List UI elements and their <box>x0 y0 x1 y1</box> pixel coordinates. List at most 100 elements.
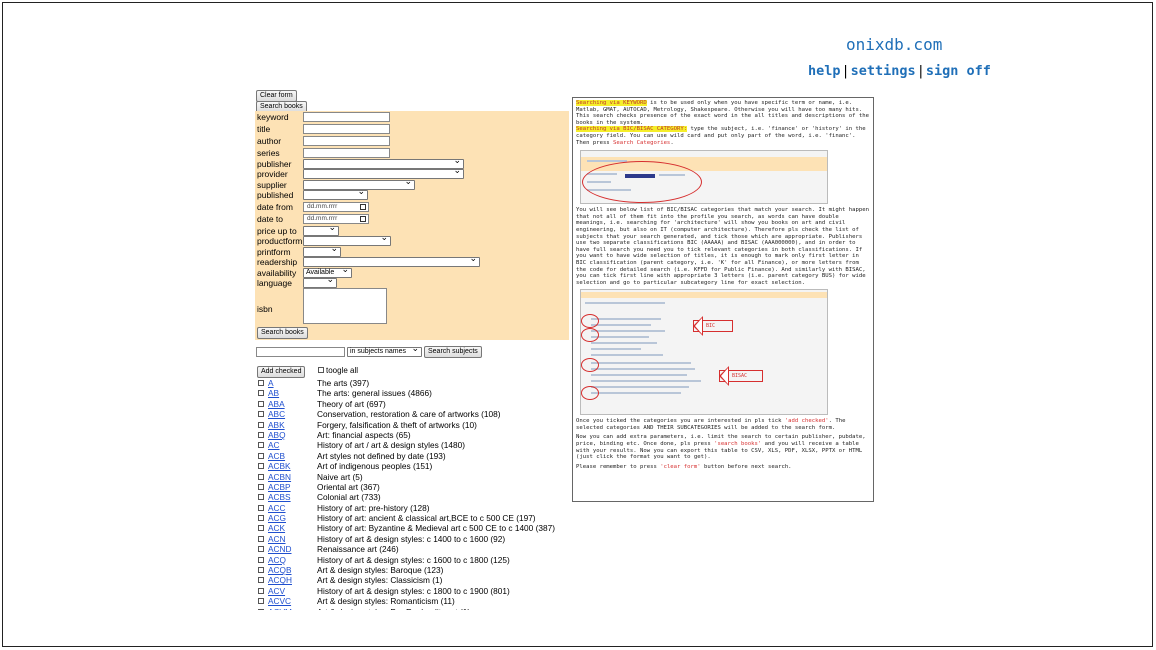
nav-separator: | <box>916 63 925 79</box>
subject-search-input[interactable] <box>256 347 345 357</box>
list-item: ACB Art styles not defined by date (193) <box>258 451 568 461</box>
category-checkbox[interactable] <box>258 525 264 532</box>
list-item: ABQ Art: financial aspects (65) <box>258 430 568 440</box>
category-code-link[interactable]: AC <box>268 440 280 450</box>
readership-select[interactable] <box>303 254 480 267</box>
date-from-input[interactable]: dd.mm.rrrr <box>303 202 369 212</box>
productform-select[interactable] <box>303 233 391 246</box>
subject-mode-select[interactable]: in subjects names <box>347 344 422 357</box>
category-checkbox[interactable] <box>258 556 264 563</box>
category-code-link[interactable]: ACQB <box>268 565 292 575</box>
category-name: Naive art (5) <box>317 471 363 482</box>
help-link[interactable]: help <box>808 63 841 79</box>
category-checkbox[interactable] <box>258 587 264 594</box>
category-checkbox[interactable] <box>258 390 264 397</box>
price-up-to-select[interactable] <box>303 223 339 236</box>
add-checked-button[interactable]: Add checked <box>257 366 306 378</box>
category-name: Art & design styles: Baroque (123) <box>317 565 444 576</box>
category-code-link[interactable]: ACC <box>268 503 286 513</box>
help-panel: Searching via KEYWORD is to be used only… <box>572 97 874 502</box>
date-to-input[interactable]: dd.mm.rrrr <box>303 214 369 224</box>
provider-select[interactable] <box>303 166 464 179</box>
toggle-all[interactable]: toogle all <box>318 366 358 376</box>
category-code-link[interactable]: ACBS <box>268 492 291 502</box>
category-code-link[interactable]: ACN <box>268 534 286 544</box>
readership-label: readership <box>257 257 298 267</box>
search-subjects-button[interactable]: Search subjects <box>424 346 482 358</box>
list-item: ACBS Colonial art (733) <box>258 492 568 502</box>
help-text: Please remember to press <box>576 463 661 470</box>
list-item: ACQH Art & design styles: Classicism (1) <box>258 575 568 585</box>
category-checkbox[interactable] <box>258 473 264 480</box>
author-input[interactable] <box>303 136 390 146</box>
category-checkbox[interactable] <box>258 598 264 605</box>
help-paragraph-3: Once you ticked the categories you are i… <box>576 418 870 431</box>
calendar-icon <box>360 216 366 222</box>
category-checkbox[interactable] <box>258 577 264 584</box>
date-to-placeholder: dd.mm.rrrr <box>307 215 338 222</box>
category-code-link[interactable]: A <box>268 378 274 388</box>
category-checkbox[interactable] <box>258 483 264 490</box>
printform-select[interactable] <box>303 244 341 257</box>
category-checkbox[interactable] <box>258 504 264 511</box>
category-code-link[interactable]: ACK <box>268 523 285 533</box>
category-checkbox[interactable] <box>258 567 264 574</box>
list-item: ACG History of art: ancient & classical a… <box>258 513 568 523</box>
category-checkbox[interactable] <box>258 380 264 386</box>
search-form: keyword title author series publisher pr… <box>255 111 569 340</box>
provider-label: provider <box>257 169 288 179</box>
category-checkbox[interactable] <box>258 494 264 501</box>
publisher-select[interactable] <box>303 156 464 169</box>
bic-arrow: BIC <box>693 316 733 337</box>
category-code-link[interactable]: ACBP <box>268 482 291 492</box>
keyword-input[interactable] <box>303 112 390 122</box>
category-code-link[interactable]: ACVC <box>268 596 291 606</box>
toggle-all-label: toogle all <box>326 366 359 375</box>
category-code-link[interactable]: ACB <box>268 451 285 461</box>
category-checkbox[interactable] <box>258 452 264 459</box>
bisac-arrow: BISAC <box>719 366 763 387</box>
category-code-link[interactable]: ACG <box>268 513 286 523</box>
category-code-link[interactable]: ACV <box>268 586 285 596</box>
category-checkbox[interactable] <box>258 515 264 522</box>
title-label: title <box>257 124 271 134</box>
category-code-link[interactable]: ABK <box>268 420 285 430</box>
series-input[interactable] <box>303 148 390 158</box>
category-code-link[interactable]: ABC <box>268 409 285 419</box>
category-name: History of art / art & design styles (14… <box>317 440 466 451</box>
category-code-link[interactable]: ACND <box>268 544 292 554</box>
list-item: ABK Forgery, falsification & theft of art… <box>258 420 568 430</box>
list-item: ACVC Art & design styles: Romanticism (11… <box>258 596 568 606</box>
category-checkbox[interactable] <box>258 608 264 610</box>
toggle-all-checkbox[interactable] <box>318 367 324 373</box>
category-code-link[interactable]: ACBK <box>268 461 291 471</box>
search-books-button[interactable]: Search books <box>257 327 308 339</box>
list-item: ACBK Art of indigenous peoples (151) <box>258 461 568 471</box>
category-checkbox[interactable] <box>258 463 264 470</box>
category-code-link[interactable]: ACQH <box>268 575 292 585</box>
category-code-link[interactable]: ABA <box>268 399 285 409</box>
category-code-link[interactable]: AB <box>268 388 279 398</box>
category-code-link[interactable]: ABQ <box>268 430 286 440</box>
category-checkbox[interactable] <box>258 431 264 438</box>
price-up-to-label: price up to <box>257 226 297 236</box>
category-checkbox[interactable] <box>258 535 264 542</box>
category-checkbox[interactable] <box>258 442 264 449</box>
language-label: language <box>257 278 292 288</box>
category-checkbox[interactable] <box>258 411 264 418</box>
published-select[interactable] <box>303 187 368 200</box>
category-code-link[interactable]: ACQ <box>268 555 286 565</box>
settings-link[interactable]: settings <box>851 63 916 79</box>
language-select[interactable] <box>303 275 337 288</box>
category-checkbox[interactable] <box>258 546 264 553</box>
nav-separator: | <box>841 63 850 79</box>
keyword-highlight: Searching via KEYWORD <box>576 100 647 106</box>
category-code-link[interactable]: ACVM <box>268 607 292 610</box>
isbn-textarea[interactable] <box>303 288 387 324</box>
category-checkbox[interactable] <box>258 400 264 407</box>
title-input[interactable] <box>303 124 390 134</box>
help-text: . <box>670 139 674 146</box>
sign-off-link[interactable]: sign off <box>926 63 991 79</box>
category-checkbox[interactable] <box>258 421 264 428</box>
category-code-link[interactable]: ACBN <box>268 472 291 482</box>
